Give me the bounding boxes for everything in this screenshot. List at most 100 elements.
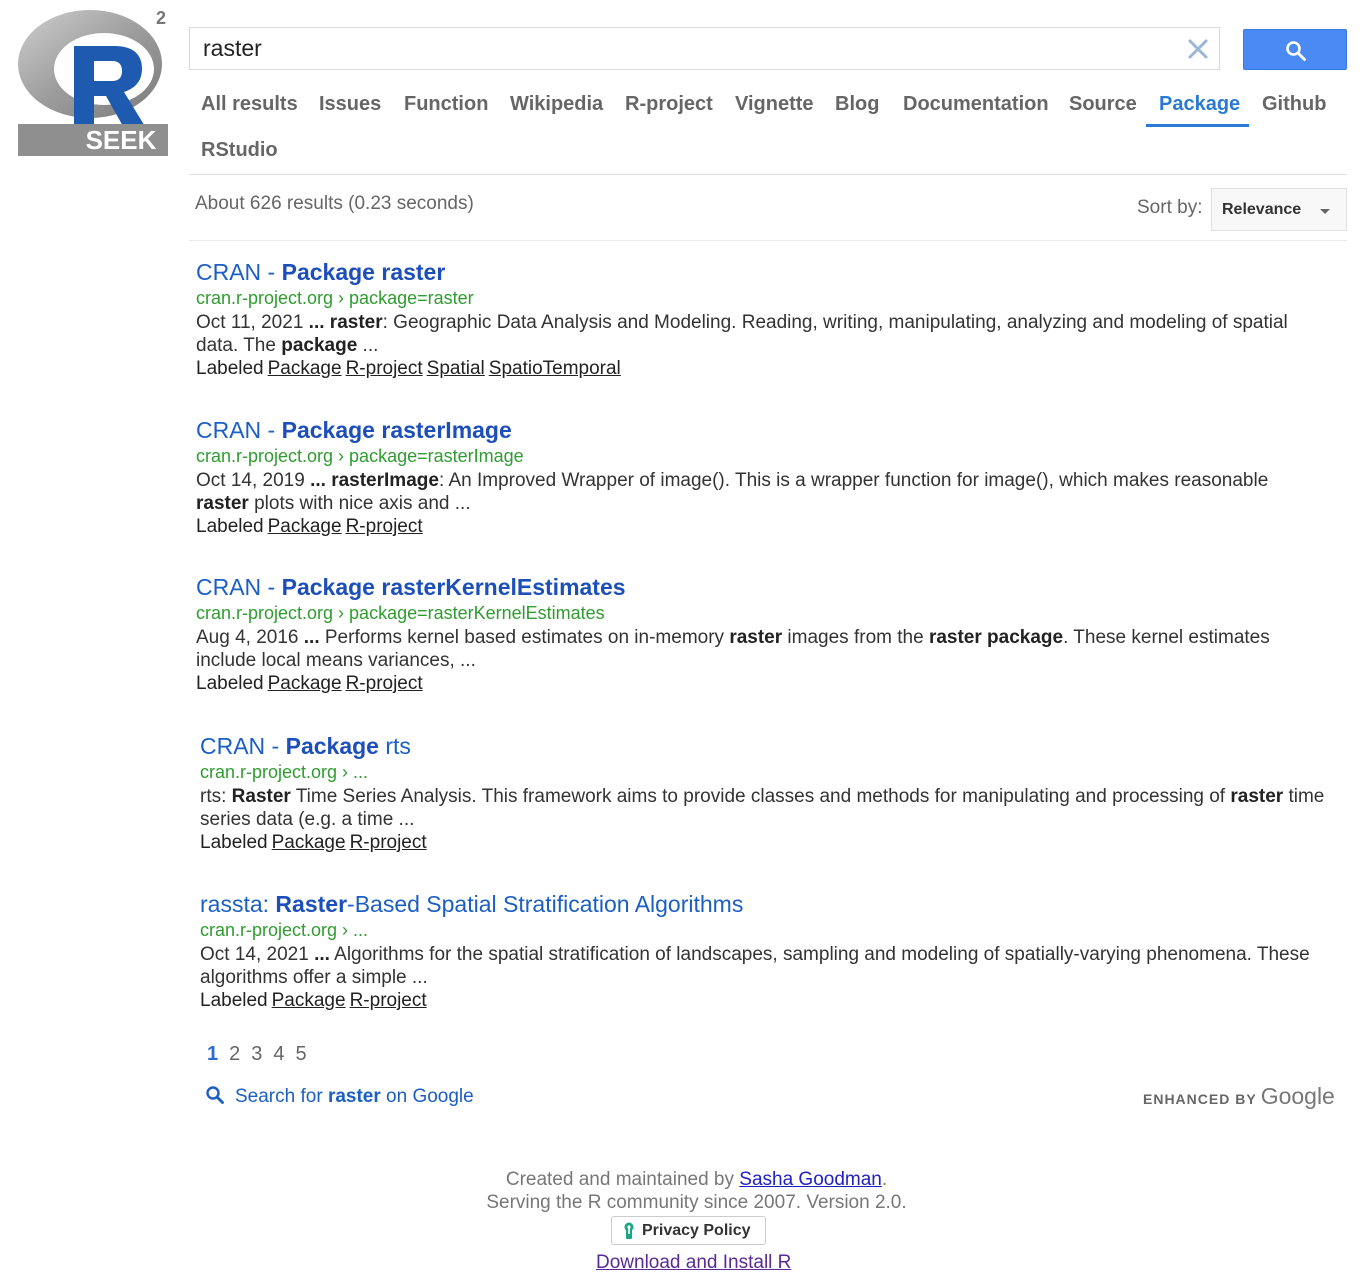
- labels-prefix: Labeled: [200, 990, 268, 1011]
- result-snippet: rts: Raster Time Series Analysis. This f…: [200, 785, 1325, 831]
- search-input[interactable]: [190, 28, 1163, 69]
- label-link[interactable]: Package: [272, 990, 346, 1011]
- snippet-segment: : An Improved Wrapper of image(). This i…: [438, 470, 1269, 491]
- google-search-suffix: on Google: [380, 1086, 474, 1107]
- google-search-prefix: Search for: [235, 1086, 328, 1107]
- snippet-segment: ...: [357, 335, 379, 356]
- label-link[interactable]: R-project: [350, 832, 427, 853]
- search-result: rassta: Raster-Based Spatial Stratificat…: [200, 890, 1330, 1013]
- tab-documentation[interactable]: Documentation: [903, 84, 1049, 124]
- snippet-segment: plots with nice axis and ...: [248, 493, 471, 514]
- privacy-policy-button[interactable]: Privacy Policy: [611, 1216, 766, 1245]
- result-title-plain: CRAN -: [196, 574, 282, 600]
- result-snippet: Oct 14, 2019 ... rasterImage: An Improve…: [196, 469, 1321, 515]
- privacy-policy-label: Privacy Policy: [642, 1222, 751, 1239]
- active-tab-indicator: [1146, 124, 1249, 127]
- search-result: CRAN - Package raster cran.r-project.org …: [196, 258, 1326, 381]
- search-on-google-link[interactable]: Search for raster on Google: [205, 1085, 474, 1108]
- result-title-bold: Package: [285, 733, 379, 759]
- tab-all-results[interactable]: All results: [201, 84, 298, 124]
- search-button[interactable]: [1243, 29, 1347, 70]
- tab-rstudio[interactable]: RStudio: [201, 130, 278, 170]
- result-snippet: Oct 11, 2021 ... raster: Geographic Data…: [196, 311, 1321, 357]
- google-search-term: raster: [327, 1086, 381, 1107]
- tab-github[interactable]: Github: [1262, 84, 1326, 124]
- result-title-link[interactable]: CRAN - Package raster: [196, 258, 445, 286]
- label-link[interactable]: R-project: [346, 358, 423, 379]
- result-title-link[interactable]: CRAN - Package rasterImage: [196, 416, 512, 444]
- result-title-bold: Package rasterImage: [281, 417, 512, 443]
- divider: [189, 240, 1347, 241]
- result-title-bold: Package rasterKernelEstimates: [281, 574, 626, 600]
- sort-value: Relevance: [1222, 201, 1302, 218]
- labels-prefix: Labeled: [196, 516, 264, 537]
- tab-vignette[interactable]: Vignette: [735, 84, 814, 124]
- r-seek-logo[interactable]: SEEK 2: [16, 6, 172, 158]
- footer: Created and maintained by Sasha Goodman.…: [0, 1168, 1365, 1214]
- result-title-link[interactable]: rassta: Raster-Based Spatial Stratificat…: [200, 890, 743, 918]
- label-link[interactable]: Package: [268, 673, 342, 694]
- label-link[interactable]: SpatioTemporal: [489, 358, 621, 379]
- snippet-segment: rts:: [200, 786, 232, 807]
- page-link[interactable]: 5: [296, 1043, 307, 1065]
- label-link[interactable]: Package: [268, 358, 342, 379]
- result-labels: Labeled Package R-project: [200, 989, 1330, 1013]
- snippet-segment: Oct 11, 2021: [196, 312, 309, 333]
- search-box: [189, 27, 1220, 70]
- result-title-link[interactable]: CRAN - Package rasterKernelEstimates: [196, 573, 626, 601]
- snippet-segment: Oct 14, 2019: [196, 470, 311, 491]
- result-title-plain: CRAN -: [200, 733, 286, 759]
- snippet-segment: ...: [303, 627, 320, 648]
- author-link[interactable]: Sasha Goodman: [739, 1169, 882, 1190]
- label-link[interactable]: Package: [272, 832, 346, 853]
- label-link[interactable]: R-project: [346, 673, 423, 694]
- page-link[interactable]: 2: [229, 1043, 240, 1065]
- search-result: CRAN - Package rasterImage cran.r-project…: [196, 416, 1326, 539]
- result-labels: Labeled Package R-project Spatial SpatioTemp…: [196, 357, 1326, 381]
- download-r-link[interactable]: Download and Install R: [596, 1252, 791, 1274]
- labels-prefix: Labeled: [196, 358, 264, 379]
- search-result: CRAN - Package rts cran.r-project.org › .…: [200, 732, 1330, 855]
- tab-blog[interactable]: Blog: [835, 84, 879, 124]
- result-labels: Labeled Package R-project: [196, 672, 1326, 696]
- sort-label: Sort by:: [1137, 197, 1203, 218]
- result-url: cran.r-project.org › package=rasterKerne…: [196, 603, 605, 623]
- snippet-segment: raster: [729, 627, 783, 648]
- label-link[interactable]: R-project: [350, 990, 427, 1011]
- pagination: 12345: [207, 1043, 318, 1066]
- result-title-link[interactable]: CRAN - Package rts: [200, 732, 411, 760]
- result-title-bold: Package raster: [281, 259, 446, 285]
- result-url: cran.r-project.org › ...: [200, 762, 369, 782]
- enhanced-by-google: ENHANCED BY Google: [1143, 1083, 1335, 1110]
- tab-issues[interactable]: Issues: [319, 84, 381, 124]
- snippet-segment: ...: [310, 470, 326, 491]
- search-icon: [206, 1086, 224, 1104]
- page-link[interactable]: 3: [251, 1043, 262, 1065]
- labels-prefix: Labeled: [196, 673, 264, 694]
- tab-r-project[interactable]: R-project: [625, 84, 713, 124]
- snippet-segment: Time Series Analysis. This framework aim…: [290, 786, 1231, 807]
- sort-dropdown[interactable]: Relevance: [1211, 188, 1347, 231]
- tab-source[interactable]: Source: [1069, 84, 1137, 124]
- footer-period: .: [881, 1169, 888, 1190]
- snippet-segment: images from the: [782, 627, 929, 648]
- page-link[interactable]: 4: [273, 1043, 284, 1065]
- logo-text: SEEK: [86, 125, 157, 155]
- page-link[interactable]: 1: [207, 1043, 218, 1065]
- label-link[interactable]: Package: [268, 516, 342, 537]
- result-title-plain: CRAN -: [196, 417, 282, 443]
- label-link[interactable]: R-project: [346, 516, 423, 537]
- google-brand: Google: [1260, 1083, 1335, 1109]
- result-url: cran.r-project.org › package=raster: [196, 288, 474, 308]
- snippet-segment: ...: [308, 312, 325, 333]
- enhanced-prefix: ENHANCED BY: [1143, 1091, 1257, 1107]
- tab-package[interactable]: Package: [1159, 84, 1240, 124]
- keyhole-icon: [624, 1222, 634, 1239]
- label-link[interactable]: Spatial: [427, 358, 485, 379]
- tab-wikipedia[interactable]: Wikipedia: [510, 84, 603, 124]
- tab-function[interactable]: Function: [404, 84, 488, 124]
- clear-search-button[interactable]: [1185, 36, 1211, 62]
- result-title-rest: rts: [378, 733, 411, 759]
- snippet-segment: ...: [314, 944, 330, 965]
- result-snippet: Oct 14, 2021 ... Algorithms for the spat…: [200, 943, 1325, 989]
